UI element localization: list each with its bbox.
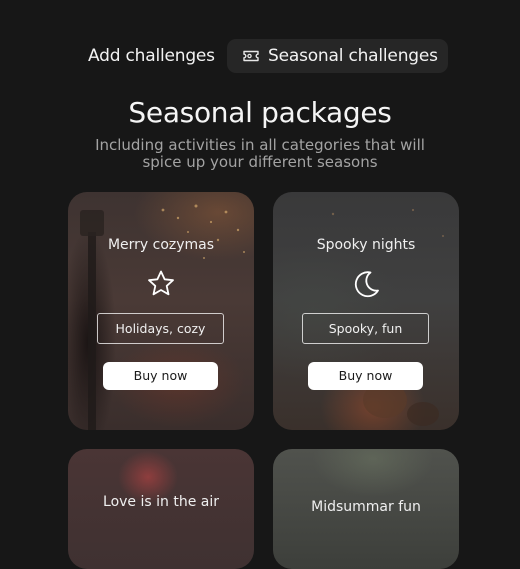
package-card-love-is-in-the-air[interactable]: Love is in the air [68,449,254,569]
moon-icon [350,268,382,300]
package-tags: Spooky, fun [302,313,429,344]
bokeh-lights-decoration [80,204,245,430]
buy-now-button[interactable]: Buy now [103,362,218,390]
package-title: Merry cozymas [107,237,215,253]
package-title: Midsummar fun [311,499,421,515]
star-icon [145,268,177,300]
pumpkin-scene-decoration [331,208,444,426]
tab-seasonal-label: Seasonal challenges [268,46,438,66]
page-title: Seasonal packages [128,96,392,129]
buy-now-button[interactable]: Buy now [308,362,423,390]
challenge-tabs: Add challenges Seasonal challenges [0,39,520,73]
ticket-icon [242,49,260,63]
tab-seasonal-challenges[interactable]: Seasonal challenges [227,39,448,73]
package-tags: Holidays, cozy [97,313,224,344]
package-title: Love is in the air [103,494,219,510]
package-card-merry-cozymas[interactable]: Merry cozymas Holidays, cozy Buy now [68,192,254,430]
package-card-midsummar-fun[interactable]: Midsummar fun [273,449,459,569]
page-subtitle: Including activities in all categories t… [95,136,425,171]
package-title: Spooky nights [316,237,416,253]
tab-add-challenges[interactable]: Add challenges [88,39,215,73]
package-card-spooky-nights[interactable]: Spooky nights Spooky, fun Buy now [273,192,459,430]
